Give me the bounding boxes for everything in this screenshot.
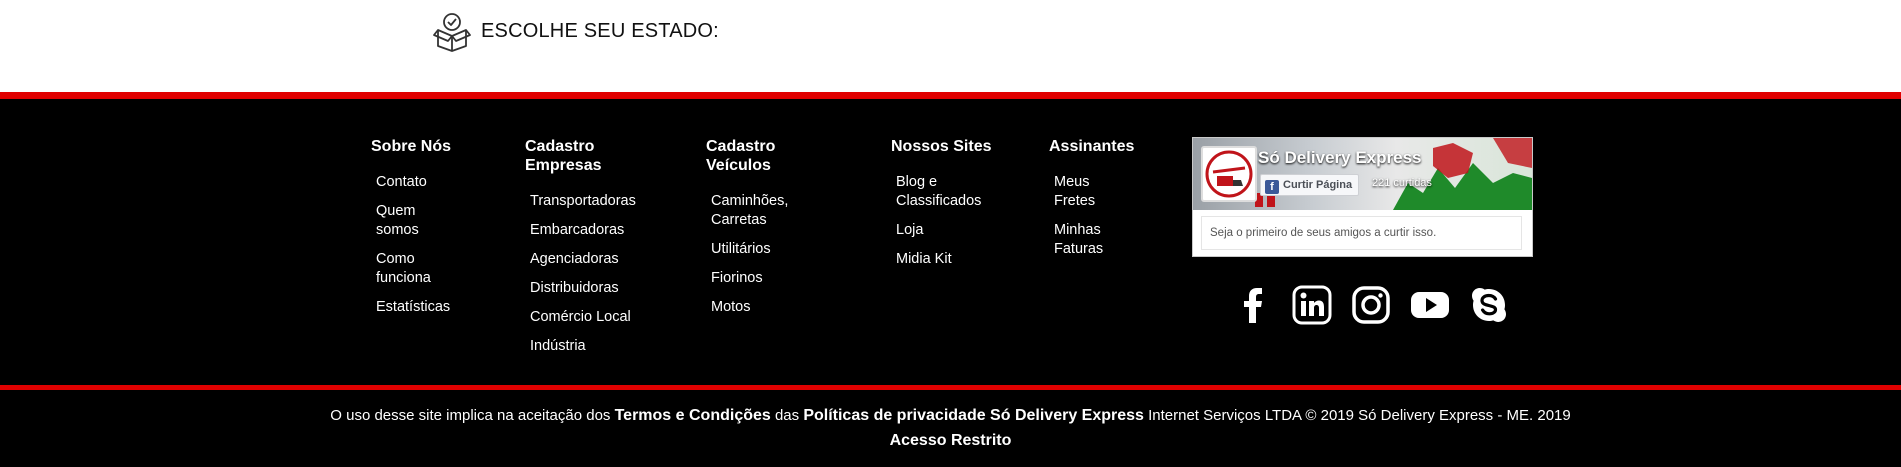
footer-link-utilitarios[interactable]: Utilitários [711,240,826,259]
footer: Sobre Nós Contato Quem somos Como funcio… [0,92,1901,385]
footer-column-title: Sobre Nós [371,138,452,155]
footer-column-title: Cadastro Veículos [706,138,776,174]
facebook-like-count: 221 curtidas [1372,177,1432,189]
state-selector-label[interactable]: ESCOLHE SEU ESTADO: [481,20,719,43]
facebook-like-button[interactable]: f Curtir Página [1260,174,1360,196]
legal-middle: das [774,407,800,424]
footer-link-distribuidoras[interactable]: Distribuidoras [530,279,665,298]
footer-link-industria[interactable]: Indústria [530,337,665,356]
footer-link-agenciadoras[interactable]: Agenciadoras [530,250,665,269]
footer-column-about: Sobre Nós Contato Quem somos Como funcio… [371,137,491,327]
footer-column-subscribers: Assinantes Meus Fretes Minhas Faturas [1049,137,1159,269]
facebook-friends-text: Seja o primeiro de seus amigos a curtir … [1201,216,1522,250]
youtube-icon[interactable] [1410,285,1450,325]
footer-link-loja[interactable]: Loja [896,221,1021,240]
box-check-icon [433,13,471,52]
facebook-small-icon: f [1265,180,1279,194]
legal-suffix: Internet Serviços LTDA © 2019 Só Deliver… [1148,407,1571,424]
footer-link-caminhoes[interactable]: Caminhões, Carretas [711,192,801,230]
footer-column-title: Assinantes [1049,138,1135,155]
footer-link-contato[interactable]: Contato [376,173,491,192]
footer-link-comercio-local[interactable]: Comércio Local [530,308,665,327]
linkedin-icon[interactable] [1292,285,1332,325]
footer-link-minhas-faturas[interactable]: Minhas Faturas [1054,221,1114,259]
footer-link-quem-somos[interactable]: Quem somos [376,202,436,240]
privacy-link[interactable]: Políticas de privacidade Só Delivery Exp… [803,407,1144,424]
skype-icon[interactable] [1469,285,1509,325]
footer-column-companies: Cadastro Empresas Transportadoras Embarc… [525,137,665,366]
facebook-page-widget[interactable]: Só Delivery Express f Curtir Página 221 c… [1192,137,1533,257]
legal-text: O uso desse site implica na aceitação do… [0,406,1901,426]
footer-column-vehicles: Cadastro Veículos Caminhões, Carretas Ut… [706,137,826,327]
facebook-cover-image[interactable]: Só Delivery Express f Curtir Página 221 c… [1193,138,1532,210]
facebook-icon[interactable] [1233,285,1273,325]
footer-column-title: Cadastro Empresas [525,138,602,174]
delivery-logo-icon [1205,150,1253,198]
footer-link-midia-kit[interactable]: Midia Kit [896,250,1021,269]
footer-link-estatisticas[interactable]: Estatísticas [376,298,491,317]
facebook-page-logo[interactable] [1201,146,1257,202]
restricted-access-link[interactable]: Acesso Restrito [890,432,1012,449]
footer-link-blog[interactable]: Blog e Classificados [896,173,991,211]
footer-link-embarcadoras[interactable]: Embarcadoras [530,221,665,240]
footer-link-motos[interactable]: Motos [711,298,826,317]
footer-link-como-funciona[interactable]: Como funciona [376,250,446,288]
footer-column-title: Nossos Sites [891,138,992,155]
legal-bar: O uso desse site implica na aceitação do… [0,390,1901,467]
facebook-like-label: Curtir Página [1283,179,1353,191]
footer-link-fiorinos[interactable]: Fiorinos [711,269,826,288]
legal-prefix: O uso desse site implica na aceitação do… [330,407,611,424]
footer-link-transportadoras[interactable]: Transportadoras [530,192,665,211]
footer-column-sites: Nossos Sites Blog e Classificados Loja M… [891,137,1021,279]
instagram-icon[interactable] [1351,285,1391,325]
facebook-page-name[interactable]: Só Delivery Express [1258,148,1421,168]
terms-link[interactable]: Termos e Condições [615,407,771,424]
state-selector-section: ESCOLHE SEU ESTADO: [0,0,1901,92]
page: ESCOLHE SEU ESTADO: Sobre Nós Contato Qu… [0,0,1901,467]
footer-link-meus-fretes[interactable]: Meus Fretes [1054,173,1114,211]
